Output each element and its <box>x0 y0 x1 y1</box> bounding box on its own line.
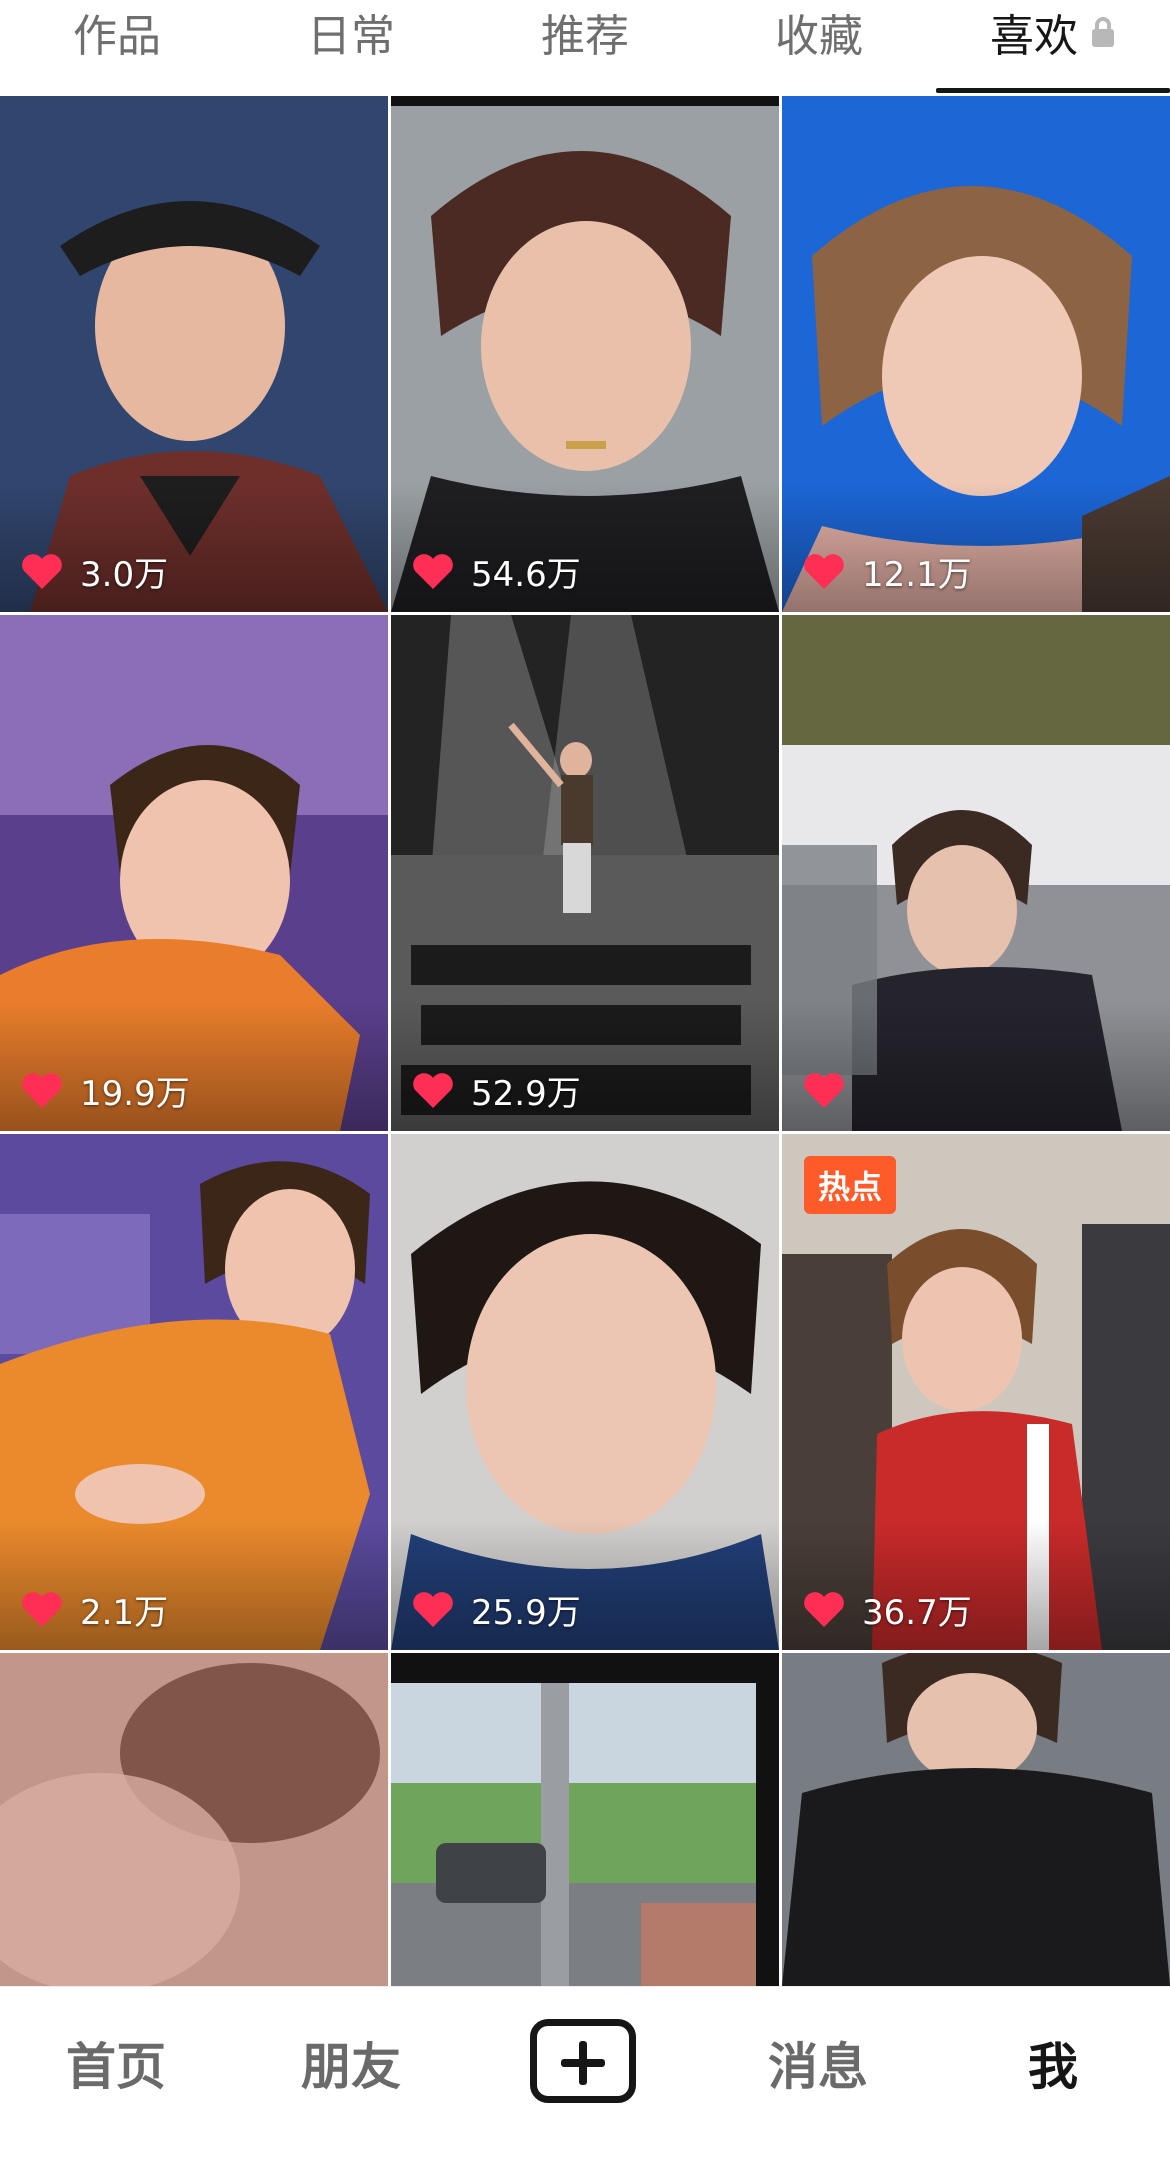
tab-recommend[interactable]: 推荐 <box>468 0 702 80</box>
tab-likes[interactable]: 喜欢 <box>936 0 1170 80</box>
like-count: 3.0万 <box>20 548 169 595</box>
nav-friends[interactable]: 朋友 <box>271 2027 431 2107</box>
tab-daily[interactable]: 日常 <box>234 0 468 80</box>
video-thumbnail <box>391 1653 779 1986</box>
like-count: 12.1万 <box>802 548 972 595</box>
liked-videos-grid: 3.0万 54.6万 12.1万 19.9万 52.9万 2.1万 25.9万 … <box>0 96 1170 1986</box>
like-count: 19.9万 <box>20 1067 190 1114</box>
like-count: 25.9万 <box>411 1586 581 1633</box>
like-count: 54.6万 <box>411 548 581 595</box>
like-count-text: 36.7万 <box>862 1592 972 1633</box>
like-count: 2.1万 <box>20 1586 169 1633</box>
video-tile[interactable] <box>782 1653 1170 1986</box>
tab-likes-label: 喜欢 <box>990 11 1078 62</box>
heart-icon <box>804 1592 844 1627</box>
heart-icon <box>413 1073 453 1108</box>
video-tile[interactable] <box>782 615 1170 1131</box>
hot-badge: 热点 <box>804 1156 897 1214</box>
active-tab-indicator <box>936 88 1170 93</box>
lock-icon <box>1090 0 1116 71</box>
heart-icon <box>804 1073 844 1108</box>
like-count-text: 54.6万 <box>471 554 581 595</box>
video-thumbnail <box>782 1653 1170 1986</box>
heart-icon <box>413 554 453 589</box>
heart-icon <box>22 554 62 589</box>
tab-favorites[interactable]: 收藏 <box>702 0 936 80</box>
create-post-plus-icon[interactable] <box>530 2019 636 2103</box>
heart-icon <box>804 554 844 589</box>
like-count: 52.9万 <box>411 1067 581 1114</box>
heart-icon <box>22 1073 62 1108</box>
like-count-text: 2.1万 <box>80 1592 169 1633</box>
heart-icon <box>413 1592 453 1627</box>
video-tile[interactable]: 3.0万 <box>0 96 388 612</box>
tab-works-label: 作品 <box>73 11 161 62</box>
video-tile[interactable]: 12.1万 <box>782 96 1170 612</box>
like-count-text: 19.9万 <box>80 1073 190 1114</box>
like-count: 36.7万 <box>802 1586 972 1633</box>
tab-daily-label: 日常 <box>307 11 395 62</box>
nav-me[interactable]: 我 <box>973 2027 1133 2107</box>
tab-favorites-label: 收藏 <box>775 11 863 62</box>
video-thumbnail <box>0 1653 388 1986</box>
like-count-text: 3.0万 <box>80 554 169 595</box>
like-count-text: 12.1万 <box>862 554 972 595</box>
video-tile[interactable]: 25.9万 <box>391 1134 779 1650</box>
video-tile[interactable]: 19.9万 <box>0 615 388 1131</box>
bottom-navigation: 首页 朋友 消息 我 <box>0 1986 1170 2175</box>
like-count-text: 25.9万 <box>471 1592 581 1633</box>
tab-works[interactable]: 作品 <box>0 0 234 80</box>
video-tile[interactable] <box>391 1653 779 1986</box>
like-count-text: 52.9万 <box>471 1073 581 1114</box>
profile-tab-bar: 作品 日常 推荐 收藏 喜欢 <box>0 0 1170 96</box>
tab-recommend-label: 推荐 <box>541 11 629 62</box>
heart-icon <box>22 1592 62 1627</box>
like-count <box>802 1067 862 1113</box>
nav-home[interactable]: 首页 <box>36 2027 196 2107</box>
video-tile[interactable]: 52.9万 <box>391 615 779 1131</box>
nav-messages[interactable]: 消息 <box>738 2027 898 2107</box>
video-tile[interactable]: 热点 36.7万 <box>782 1134 1170 1650</box>
video-tile[interactable]: 2.1万 <box>0 1134 388 1650</box>
video-tile[interactable] <box>0 1653 388 1986</box>
video-tile[interactable]: 54.6万 <box>391 96 779 612</box>
